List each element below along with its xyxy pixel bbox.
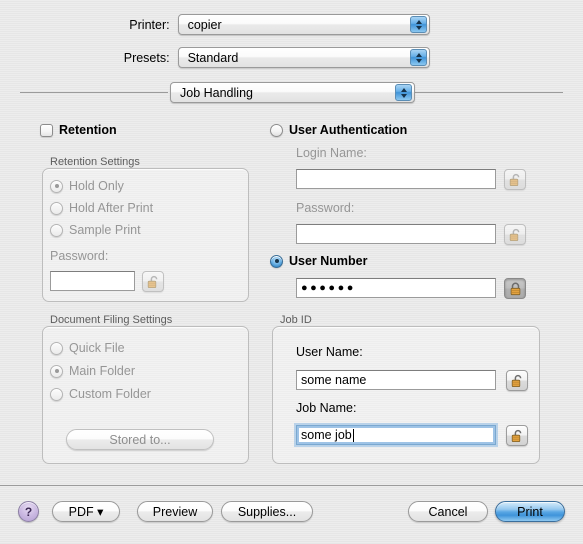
retention-password-label: Password: [50, 249, 109, 263]
presets-popup-button[interactable]: Standard [177, 47, 430, 68]
login-name-field[interactable] [296, 169, 496, 189]
pdf-button[interactable]: PDF ▾ [52, 501, 120, 522]
radio-quick-file-indicator[interactable] [50, 341, 63, 355]
radio-hold-only[interactable]: Hold Only [50, 179, 124, 193]
pane-popup-button[interactable]: Job Handling [170, 82, 415, 103]
retention-password-unlocked-icon[interactable] [142, 271, 164, 292]
radio-main-folder[interactable]: Main Folder [50, 364, 135, 378]
login-name-unlocked-icon[interactable] [504, 169, 526, 190]
radio-custom-folder[interactable]: Custom Folder [50, 387, 151, 401]
auth-password-field[interactable] [296, 224, 496, 244]
presets-label: Presets: [123, 50, 170, 65]
job-id-user-name-field[interactable]: some name [296, 370, 496, 390]
login-name-label: Login Name: [296, 146, 367, 160]
user-number-radio-row[interactable]: User Number [270, 254, 368, 268]
printer-value: copier [187, 17, 222, 32]
job-id-title: Job ID [280, 314, 312, 326]
preview-button[interactable]: Preview [137, 501, 213, 522]
job-id-job-name-unlocked-icon[interactable] [506, 425, 528, 446]
printer-row: Printer: copier [0, 14, 430, 35]
radio-hold-only-indicator[interactable] [50, 179, 63, 193]
footer-separator [0, 485, 583, 486]
job-id-job-name-field[interactable]: some job [296, 425, 496, 445]
help-button[interactable]: ? [18, 501, 39, 522]
radio-custom-folder-indicator[interactable] [50, 387, 63, 401]
user-number-radio[interactable] [270, 254, 283, 268]
text-caret [352, 428, 354, 442]
user-number-locked-icon[interactable] [504, 278, 526, 299]
user-authentication-label: User Authentication [289, 123, 408, 137]
printer-popup-button[interactable]: copier [177, 14, 430, 35]
pane-value: Job Handling [180, 85, 253, 100]
auth-password-unlocked-icon[interactable] [504, 224, 526, 245]
retention-checkbox[interactable] [40, 123, 53, 137]
radio-sample-print[interactable]: Sample Print [50, 223, 141, 237]
user-authentication-radio[interactable] [270, 123, 283, 137]
retention-settings-title: Retention Settings [50, 156, 140, 168]
user-number-field[interactable]: ●●●●●● [296, 278, 496, 298]
printer-label: Printer: [129, 17, 170, 32]
radio-hold-after-print-indicator[interactable] [50, 201, 63, 215]
radio-hold-only-label: Hold Only [69, 179, 124, 193]
auth-password-label: Password: [296, 201, 355, 215]
stored-to-button[interactable]: Stored to... [66, 429, 214, 450]
chevron-updown-icon [410, 16, 427, 33]
presets-value: Standard [187, 50, 239, 65]
retention-checkbox-row[interactable]: Retention [40, 123, 117, 137]
radio-sample-print-label: Sample Print [69, 223, 141, 237]
radio-main-folder-indicator[interactable] [50, 364, 63, 378]
chevron-updown-icon [395, 84, 412, 101]
job-id-job-name-label: Job Name: [296, 401, 357, 415]
separator-right [415, 92, 563, 93]
print-button[interactable]: Print [495, 501, 565, 522]
user-authentication-radio-row[interactable]: User Authentication [270, 123, 407, 137]
print-dialog: Printer: copier Presets: Standard Job Ha… [0, 0, 583, 544]
radio-sample-print-indicator[interactable] [50, 223, 63, 237]
job-id-user-name-unlocked-icon[interactable] [506, 370, 528, 391]
radio-hold-after-print[interactable]: Hold After Print [50, 201, 153, 215]
supplies-button[interactable]: Supplies... [221, 501, 313, 522]
cancel-button[interactable]: Cancel [408, 501, 488, 522]
radio-hold-after-print-label: Hold After Print [69, 201, 154, 215]
chevron-updown-icon [410, 49, 427, 66]
document-filing-title: Document Filing Settings [50, 314, 173, 326]
job-id-job-name-value: some job [301, 428, 352, 442]
retention-password-field[interactable] [50, 271, 135, 291]
presets-row: Presets: Standard [0, 47, 430, 68]
user-number-value: ●●●●●● [301, 281, 356, 294]
radio-main-folder-label: Main Folder [69, 364, 135, 378]
radio-custom-folder-label: Custom Folder [69, 387, 151, 401]
job-id-user-name-label: User Name: [296, 345, 363, 359]
retention-label: Retention [59, 123, 117, 137]
radio-quick-file-label: Quick File [69, 341, 125, 355]
job-id-user-name-value: some name [301, 373, 367, 387]
radio-quick-file[interactable]: Quick File [50, 341, 125, 355]
separator-left [20, 92, 168, 93]
user-number-label: User Number [289, 254, 368, 268]
